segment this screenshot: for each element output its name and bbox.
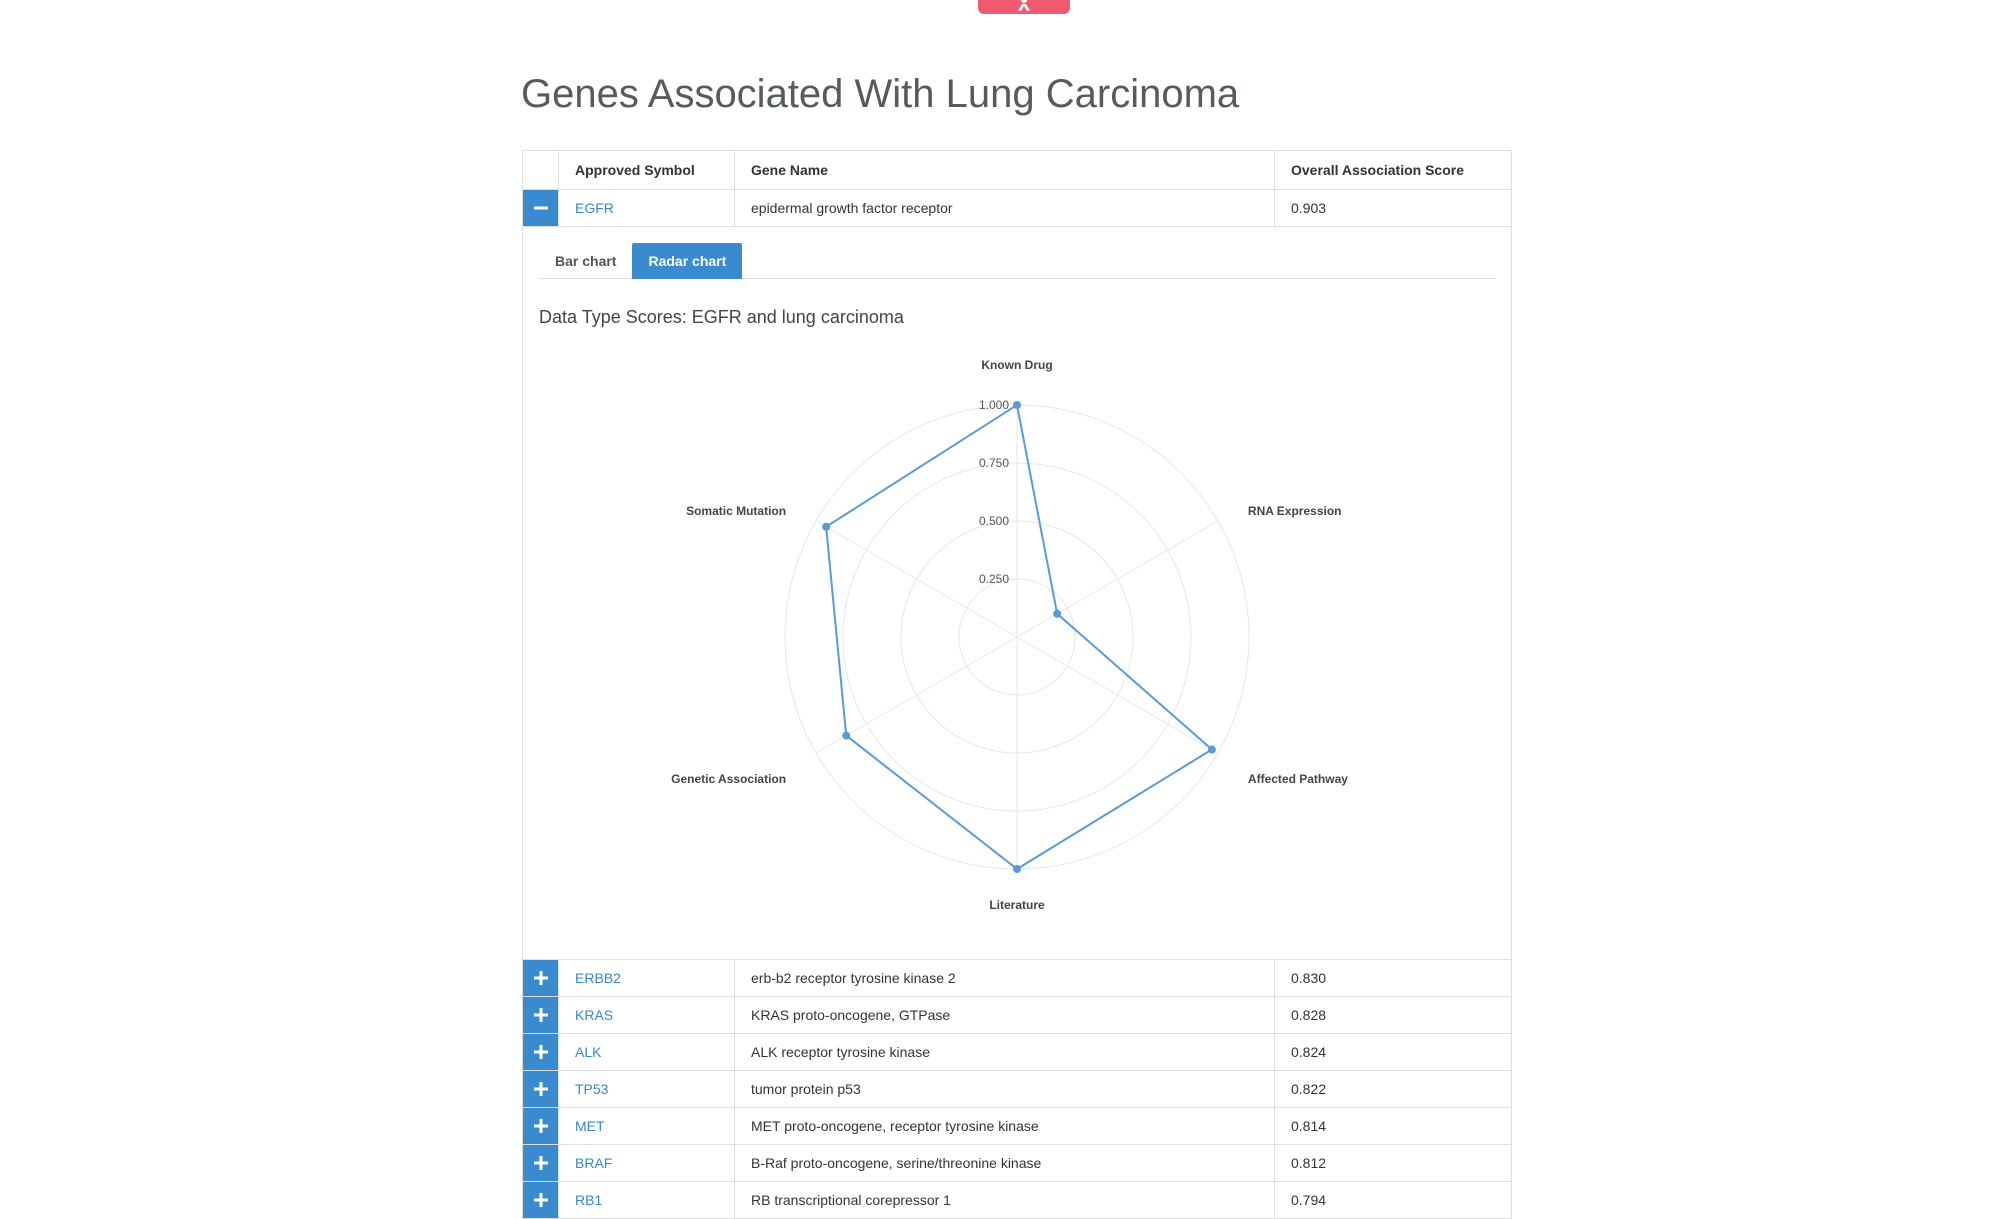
radar-tick-label: 0.500 [979, 514, 1009, 528]
table-row: KRAS KRAS proto-oncogene, GTPase 0.828 [523, 997, 1511, 1034]
gene-name: B-Raf proto-oncogene, serine/threonine k… [735, 1145, 1275, 1181]
radar-tick-label: 0.750 [979, 456, 1009, 470]
radar-category-label: RNA Expression [1248, 504, 1342, 518]
expand-row-button[interactable] [523, 1182, 558, 1218]
gene-symbol-link[interactable]: MET [575, 1118, 605, 1134]
radar-data-point[interactable] [1013, 401, 1021, 409]
header-gene-name[interactable]: Gene Name [735, 151, 1275, 189]
page-title: Genes Associated With Lung Carcinoma [521, 72, 1240, 116]
gene-name: KRAS proto-oncogene, GTPase [735, 997, 1275, 1033]
table-row: BRAF B-Raf proto-oncogene, serine/threoni… [523, 1145, 1511, 1182]
tab-bar-chart[interactable]: Bar chart [539, 243, 632, 279]
radar-category-label: Literature [989, 898, 1045, 912]
plus-icon [533, 1045, 548, 1059]
header-toggle-cell [523, 151, 559, 189]
radar-category-label: Known Drug [981, 358, 1052, 372]
plus-icon [533, 1156, 548, 1170]
table-row: MET MET proto-oncogene, receptor tyrosine… [523, 1108, 1511, 1145]
top-badge[interactable] [978, 0, 1070, 14]
gene-symbol-link[interactable]: TP53 [575, 1081, 608, 1097]
radar-spoke [1016, 636, 1219, 754]
association-score: 0.814 [1291, 1118, 1327, 1134]
plus-icon [533, 1008, 548, 1022]
plus-icon [533, 1193, 548, 1207]
table-header-row: Approved Symbol Gene Name Overall Associ… [523, 151, 1511, 190]
expand-row-button[interactable] [523, 1071, 558, 1107]
radar-category-label: Somatic Mutation [686, 504, 786, 518]
minus-icon [533, 206, 548, 210]
table-row: ALK ALK receptor tyrosine kinase 0.824 [523, 1034, 1511, 1071]
radar-tick-label: 0.250 [979, 572, 1009, 586]
association-score: 0.824 [1291, 1044, 1327, 1060]
genes-table: Approved Symbol Gene Name Overall Associ… [522, 150, 1512, 1219]
gene-name: MET proto-oncogene, receptor tyrosine ki… [735, 1108, 1275, 1144]
table-row-expanded: EGFR epidermal growth factor receptor 0.… [523, 190, 1511, 227]
gene-symbol-link[interactable]: KRAS [575, 1007, 613, 1023]
header-overall-score[interactable]: Overall Association Score [1275, 151, 1511, 189]
radar-series-line [825, 403, 1214, 871]
gene-name: RB transcriptional corepressor 1 [735, 1182, 1275, 1218]
tab-radar-chart[interactable]: Radar chart [632, 243, 743, 279]
radar-spoke [1016, 520, 1219, 638]
radar-data-point[interactable] [1053, 609, 1062, 618]
gene-name: epidermal growth factor receptor [735, 190, 1275, 226]
association-score: 0.794 [1291, 1192, 1327, 1208]
plus-icon [533, 1082, 548, 1096]
association-score: 0.830 [1291, 970, 1327, 986]
association-score: 0.812 [1291, 1155, 1327, 1171]
radar-data-point[interactable] [1013, 865, 1021, 873]
association-score: 0.822 [1291, 1081, 1327, 1097]
radar-data-point[interactable] [842, 731, 851, 740]
person-icon [1018, 0, 1030, 11]
expand-row-button[interactable] [523, 997, 558, 1033]
chart-tabs: Bar chart Radar chart [539, 243, 1496, 279]
gene-symbol-link[interactable]: BRAF [575, 1155, 612, 1171]
expand-row-button[interactable] [523, 1145, 558, 1181]
radar-tick-label: 1.000 [979, 398, 1009, 412]
gene-symbol-link[interactable]: EGFR [575, 200, 614, 216]
collapse-row-button[interactable] [523, 190, 558, 226]
radar-category-label: Affected Pathway [1248, 772, 1348, 786]
detail-panel: Bar chart Radar chart Data Type Scores: … [523, 227, 1511, 960]
table-row: ERBB2 erb-b2 receptor tyrosine kinase 2 0.… [523, 960, 1511, 997]
association-score: 0.903 [1291, 200, 1327, 216]
expand-row-button[interactable] [523, 1108, 558, 1144]
gene-symbol-link[interactable]: ERBB2 [575, 970, 621, 986]
radar-chart: 0.250 0.500 0.750 1.000 Known Drug RNA Expres… [671, 358, 1348, 912]
radar-data-point[interactable] [1207, 745, 1216, 754]
table-row: TP53 tumor protein p53 0.822 [523, 1071, 1511, 1108]
radar-category-label: Genetic Association [671, 772, 786, 786]
expand-row-button[interactable] [523, 960, 558, 996]
header-approved-symbol[interactable]: Approved Symbol [559, 151, 735, 189]
gene-symbol-link[interactable]: RB1 [575, 1192, 602, 1208]
gene-name: tumor protein p53 [735, 1071, 1275, 1107]
table-row: RB1 RB transcriptional corepressor 1 0.794 [523, 1182, 1511, 1219]
gene-symbol-link[interactable]: ALK [575, 1044, 601, 1060]
association-score: 0.828 [1291, 1007, 1327, 1023]
gene-name: ALK receptor tyrosine kinase [735, 1034, 1275, 1070]
radar-data-point[interactable] [822, 522, 831, 531]
chart-title: Data Type Scores: EGFR and lung carcinom… [539, 307, 904, 327]
plus-icon [533, 971, 548, 985]
plus-icon [533, 1119, 548, 1133]
expand-row-button[interactable] [523, 1034, 558, 1070]
gene-name: erb-b2 receptor tyrosine kinase 2 [735, 960, 1275, 996]
